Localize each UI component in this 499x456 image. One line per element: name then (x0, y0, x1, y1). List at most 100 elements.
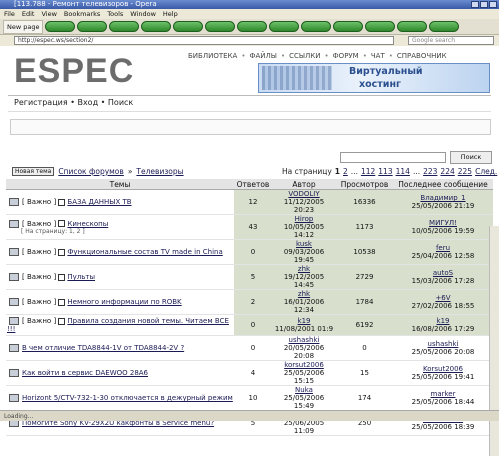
author-link[interactable]: zhk (273, 265, 335, 273)
minimize-button[interactable] (471, 1, 479, 8)
last-post-user[interactable]: marker (394, 390, 492, 398)
crumb-tv[interactable]: Телевизоры (136, 167, 183, 176)
col-replies[interactable]: Ответов (234, 179, 272, 190)
tab-button[interactable] (301, 21, 332, 32)
col-topics[interactable]: Темы (6, 179, 234, 190)
author-date: 25/05/2006 15:15 (283, 369, 325, 385)
site-logo[interactable]: ESPEC (14, 54, 134, 88)
topic-cell: [ Важно ] Пульты (6, 264, 234, 290)
menu-bookmarks[interactable]: Bookmarks (64, 9, 100, 19)
nav-library[interactable]: БИБЛИОТЕКА (188, 52, 237, 60)
col-author[interactable]: Автор (272, 179, 336, 190)
author-cell: zhk 16/01/2006 12:34 (272, 289, 336, 315)
col-last-post[interactable]: Последнее сообщение (393, 179, 493, 190)
maximize-button[interactable] (480, 1, 488, 8)
author-link[interactable]: kusk (273, 240, 335, 248)
last-post-user[interactable]: Korsut2006 (394, 365, 492, 373)
page-next[interactable]: След. (475, 167, 497, 176)
site-nav: БИБЛИОТЕКА • ФАЙЛЫ • ССЫЛКИ • ФОРУМ • ЧАТ • С… (188, 52, 447, 60)
tab-button[interactable] (77, 21, 108, 32)
menu-help[interactable]: Help (163, 9, 178, 19)
site-search-input[interactable] (340, 151, 446, 163)
table-header: Темы Ответов Автор Просмотров Последнее … (6, 179, 493, 190)
page-link[interactable]: 112 (361, 167, 375, 176)
last-post-user[interactable]: feru (394, 244, 492, 252)
topic-pages[interactable]: [ На страницу: 1, 2 ] (7, 228, 233, 235)
topic-cell: В чем отличие TDA8844-1V от TDA8844-2V ? (6, 335, 234, 361)
last-post-cell: ushashki 25/05/2006 20:08 (393, 335, 493, 361)
topic-link[interactable]: В чем отличие TDA8844-1V от TDA8844-2V ? (22, 344, 184, 352)
tab-button[interactable] (397, 21, 428, 32)
page-link[interactable]: 225 (458, 167, 472, 176)
tab-button[interactable] (365, 21, 396, 32)
last-post-user[interactable]: k19 (394, 317, 492, 325)
menu-edit[interactable]: Edit (22, 9, 35, 19)
tab-button[interactable] (237, 21, 268, 32)
poll-icon (58, 220, 66, 227)
author-link[interactable]: ushashki (273, 336, 335, 344)
tab-button[interactable] (333, 21, 364, 32)
poll-icon (58, 317, 66, 325)
menu-tools[interactable]: Tools (107, 9, 123, 19)
topic-link[interactable]: Кинескопы (67, 220, 108, 228)
author-link[interactable]: korsut2006 (273, 361, 335, 369)
page-link[interactable]: 223 (423, 167, 437, 176)
table-row: [ Важно ] Кинескопы[ На страницу: 1, 2 ]… (6, 214, 493, 240)
topic-link[interactable]: Как войти в сервис DAEWOO 28A6 (22, 369, 148, 377)
menu-window[interactable]: Window (130, 9, 156, 19)
views-cell: 2729 (336, 264, 393, 290)
topic-link[interactable]: Пульты (67, 273, 95, 281)
author-link[interactable]: zhk (273, 290, 335, 298)
new-page-button[interactable]: New page (3, 19, 44, 34)
tab-button[interactable] (173, 21, 204, 32)
tab-button[interactable] (141, 21, 172, 32)
last-post-user[interactable]: Владимир_1 (394, 194, 492, 202)
last-post-user[interactable]: +6V (394, 294, 492, 302)
nav-separator: • (280, 52, 286, 60)
author-link[interactable]: Nuka (273, 386, 335, 394)
last-post-date: 25/05/2006 18:39 (411, 423, 475, 431)
topic-link[interactable]: БАЗА ДАННЫХ ТВ (67, 198, 131, 206)
nav-chat[interactable]: ЧАТ (371, 52, 385, 60)
menu-view[interactable]: View (41, 9, 56, 19)
tab-button[interactable] (269, 21, 300, 32)
table-row: Horizont 5/CTV-732-1-30 отключается в де… (6, 385, 493, 411)
page-link[interactable]: 113 (378, 167, 392, 176)
web-search-input[interactable]: Google search (408, 36, 494, 45)
crumb-forum-list[interactable]: Список форумов (58, 167, 124, 176)
last-post-user[interactable]: ushashki (394, 340, 492, 348)
site-search-button[interactable]: Поиск (450, 151, 492, 164)
last-post-user[interactable]: autoS (394, 269, 492, 277)
tab-button[interactable] (205, 21, 236, 32)
menu-file[interactable]: File (4, 9, 15, 19)
hosting-banner[interactable]: Виртуальный хостинг (258, 63, 490, 93)
nav-reference[interactable]: СПРАВОЧНИК (397, 52, 447, 60)
topic-link[interactable]: Horizont 5/CTV-732-1-30 отключается в де… (22, 394, 233, 402)
nav-links[interactable]: ССЫЛКИ (289, 52, 320, 60)
col-views[interactable]: Просмотров (336, 179, 393, 190)
nav-files[interactable]: ФАЙЛЫ (249, 52, 277, 60)
address-input[interactable]: http://espec.ws/section2/ (14, 36, 394, 45)
last-post-user[interactable]: МИГУЛ! (394, 219, 492, 227)
topic-link[interactable]: Функциональные состав TV made in China (67, 248, 222, 256)
topic-link[interactable]: Немного информации по ROBK (67, 298, 181, 306)
close-button[interactable] (489, 1, 497, 8)
tab-button[interactable] (109, 21, 140, 32)
table-row: [ Важно ] Функциональные состав TV made … (6, 239, 493, 265)
page-link[interactable]: 114 (396, 167, 410, 176)
author-link[interactable]: Hirop (273, 215, 335, 223)
author-link[interactable]: VODOLIY (273, 190, 335, 198)
page-scrollbar[interactable] (489, 226, 499, 456)
tab-button[interactable] (429, 21, 460, 32)
page-link[interactable]: 224 (440, 167, 454, 176)
new-topic-button[interactable]: Новая тема (12, 167, 55, 176)
table-row: [ Важно ] Пульты 5 zhk 19/12/2005 14:45 2729… (6, 264, 493, 290)
banner-line1: Виртуальный (349, 66, 423, 77)
banner-line2: хостинг (359, 79, 401, 90)
tab-button[interactable] (45, 21, 76, 32)
nav-forum[interactable]: ФОРУМ (333, 52, 359, 60)
status-bar: Loading... (0, 410, 499, 421)
user-nav[interactable]: Регистрация • Вход • Поиск (14, 98, 133, 107)
author-link[interactable]: k19 (273, 317, 335, 325)
page-link[interactable]: 2 (343, 167, 348, 176)
